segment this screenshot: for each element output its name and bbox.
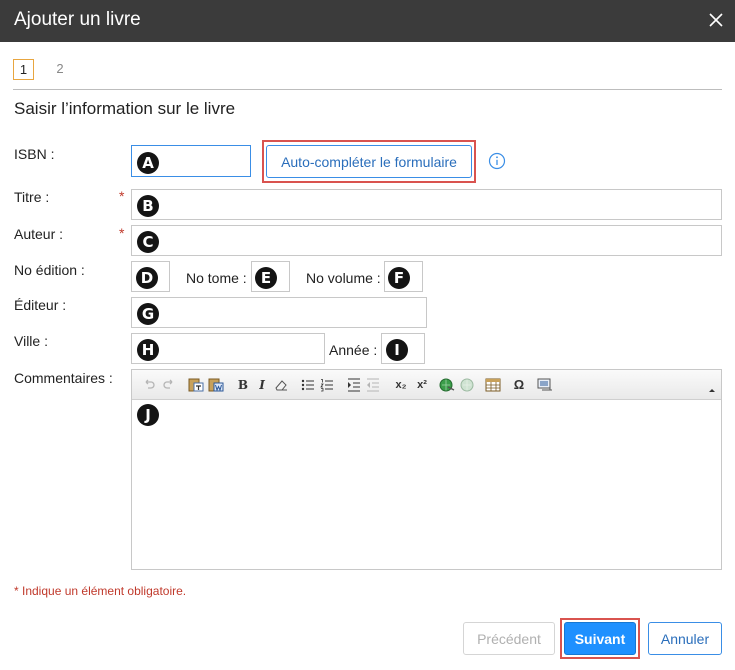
link-icon[interactable] <box>439 378 455 392</box>
special-char-icon[interactable]: Ω <box>512 378 526 392</box>
image-icon[interactable] <box>537 378 553 392</box>
bulleted-list-icon[interactable] <box>301 378 315 392</box>
italic-icon[interactable]: I <box>255 378 269 392</box>
toolbar-collapse-icon[interactable] <box>705 382 719 396</box>
isbn-label: ISBN : <box>14 146 55 162</box>
no-volume-label: No volume : <box>306 270 381 286</box>
required-note: * Indique un élément obligatoire. <box>14 584 187 598</box>
dialog-title: Ajouter un livre <box>14 9 141 30</box>
marker-b: B <box>137 195 159 217</box>
annee-input[interactable]: I <box>381 333 425 364</box>
no-tome-label: No tome : <box>186 270 247 286</box>
auteur-required-mark: * <box>119 225 125 241</box>
no-volume-input[interactable]: F <box>384 261 423 292</box>
close-icon[interactable] <box>707 11 725 29</box>
marker-g: G <box>137 303 159 325</box>
titre-required-mark: * <box>119 188 125 204</box>
ville-label: Ville : <box>14 333 48 349</box>
section-divider <box>13 89 722 90</box>
next-button[interactable]: Suivant <box>564 622 636 655</box>
commentaires-editor[interactable]: B I x₂ x² Ω J <box>131 369 722 570</box>
marker-h: H <box>137 339 159 361</box>
marker-j: J <box>137 404 159 426</box>
bold-icon[interactable]: B <box>236 378 250 392</box>
editor-toolbar: B I x₂ x² Ω <box>132 370 721 400</box>
step-1-indicator[interactable]: 1 <box>13 59 34 80</box>
paste-text-icon[interactable] <box>188 378 204 392</box>
superscript-icon[interactable]: x² <box>413 378 431 392</box>
ville-input[interactable]: H <box>131 333 325 364</box>
auteur-input[interactable]: C <box>131 225 722 256</box>
auteur-label: Auteur : <box>14 226 64 242</box>
isbn-input[interactable]: A <box>131 145 251 177</box>
undo-icon[interactable] <box>142 378 156 392</box>
outdent-icon[interactable] <box>366 378 380 392</box>
unlink-icon[interactable] <box>459 378 475 392</box>
table-icon[interactable] <box>485 378 501 392</box>
annee-label: Année : <box>329 342 378 358</box>
marker-f: F <box>388 267 410 289</box>
marker-a: A <box>137 152 159 174</box>
step-2-indicator[interactable]: 2 <box>52 59 68 80</box>
marker-e: E <box>255 267 277 289</box>
paste-word-icon[interactable] <box>208 378 224 392</box>
editeur-input[interactable]: G <box>131 297 427 328</box>
numbered-list-icon[interactable] <box>320 378 334 392</box>
cancel-button[interactable]: Annuler <box>648 622 722 655</box>
marker-i: I <box>386 339 408 361</box>
no-edition-label: No édition : <box>14 262 85 278</box>
previous-button[interactable]: Précédent <box>463 622 555 655</box>
dialog-titlebar: Ajouter un livre <box>0 0 735 42</box>
editeur-label: Éditeur : <box>14 297 67 313</box>
subscript-icon[interactable]: x₂ <box>392 378 410 392</box>
titre-input[interactable]: B <box>131 189 722 220</box>
no-edition-input[interactable]: D <box>131 261 170 292</box>
section-title: Saisir l’information sur le livre <box>14 99 236 118</box>
info-icon[interactable] <box>488 152 506 170</box>
no-tome-input[interactable]: E <box>251 261 290 292</box>
redo-icon[interactable] <box>162 378 176 392</box>
autofill-button[interactable]: Auto-compléter le formulaire <box>266 145 472 178</box>
commentaires-label: Commentaires : <box>14 370 113 386</box>
marker-c: C <box>137 231 159 253</box>
marker-d: D <box>136 267 158 289</box>
titre-label: Titre : <box>14 189 50 205</box>
remove-format-icon[interactable] <box>274 378 288 392</box>
indent-icon[interactable] <box>347 378 361 392</box>
